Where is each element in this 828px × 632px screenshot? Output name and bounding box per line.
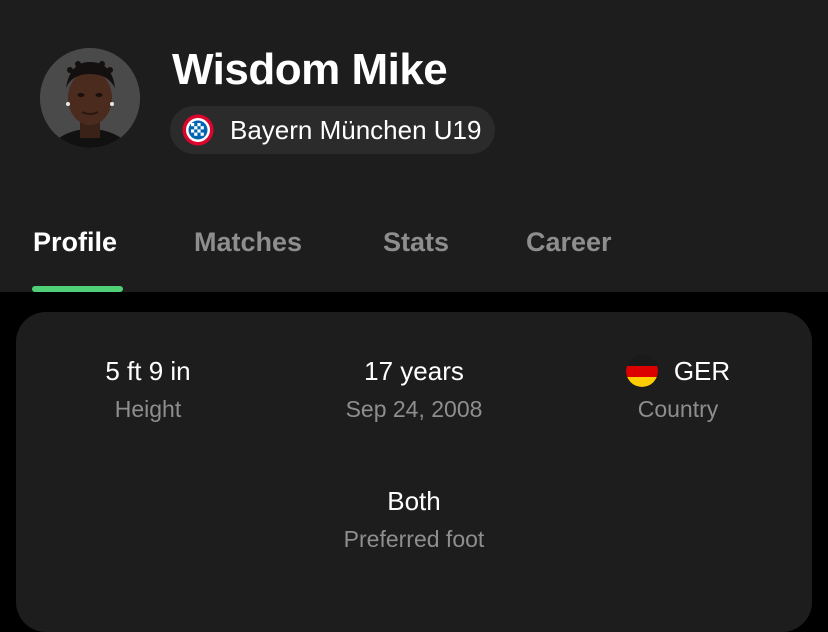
height-label: Height bbox=[114, 396, 182, 422]
player-name: Wisdom Mike bbox=[172, 45, 448, 94]
profile-tabs: Profile Matches Stats Career bbox=[0, 215, 828, 292]
country-value: GER bbox=[673, 356, 731, 386]
player-photo-icon bbox=[40, 48, 140, 148]
team-chip[interactable]: Bayern München U19 bbox=[170, 106, 496, 154]
country-label: Country bbox=[637, 396, 719, 422]
preferred-foot-label: Preferred foot bbox=[343, 526, 485, 552]
country-stat: GER Country bbox=[548, 354, 808, 424]
profile-info-card: 5 ft 9 in Height 17 years Sep 24, 2008 G… bbox=[16, 312, 812, 632]
player-avatar[interactable] bbox=[40, 48, 140, 148]
tab-profile[interactable]: Profile bbox=[33, 225, 117, 259]
height-stat: 5 ft 9 in Height bbox=[18, 354, 278, 424]
birth-date: Sep 24, 2008 bbox=[345, 396, 483, 422]
tab-stats[interactable]: Stats bbox=[383, 225, 449, 259]
bayern-crest-icon bbox=[182, 114, 214, 146]
team-name: Bayern München U19 bbox=[230, 114, 482, 145]
tab-career[interactable]: Career bbox=[526, 225, 612, 259]
age-stat: 17 years Sep 24, 2008 bbox=[284, 354, 544, 424]
preferred-foot-value: Both bbox=[387, 486, 441, 516]
active-tab-indicator bbox=[32, 286, 123, 292]
tab-matches[interactable]: Matches bbox=[194, 225, 302, 259]
height-value: 5 ft 9 in bbox=[105, 356, 191, 386]
player-header: Wisdom Mike Bayern München U19 Profile M… bbox=[0, 0, 828, 292]
age-value: 17 years bbox=[364, 356, 464, 386]
germany-flag-icon bbox=[625, 355, 658, 387]
preferred-foot-stat: Both Preferred foot bbox=[284, 484, 544, 554]
